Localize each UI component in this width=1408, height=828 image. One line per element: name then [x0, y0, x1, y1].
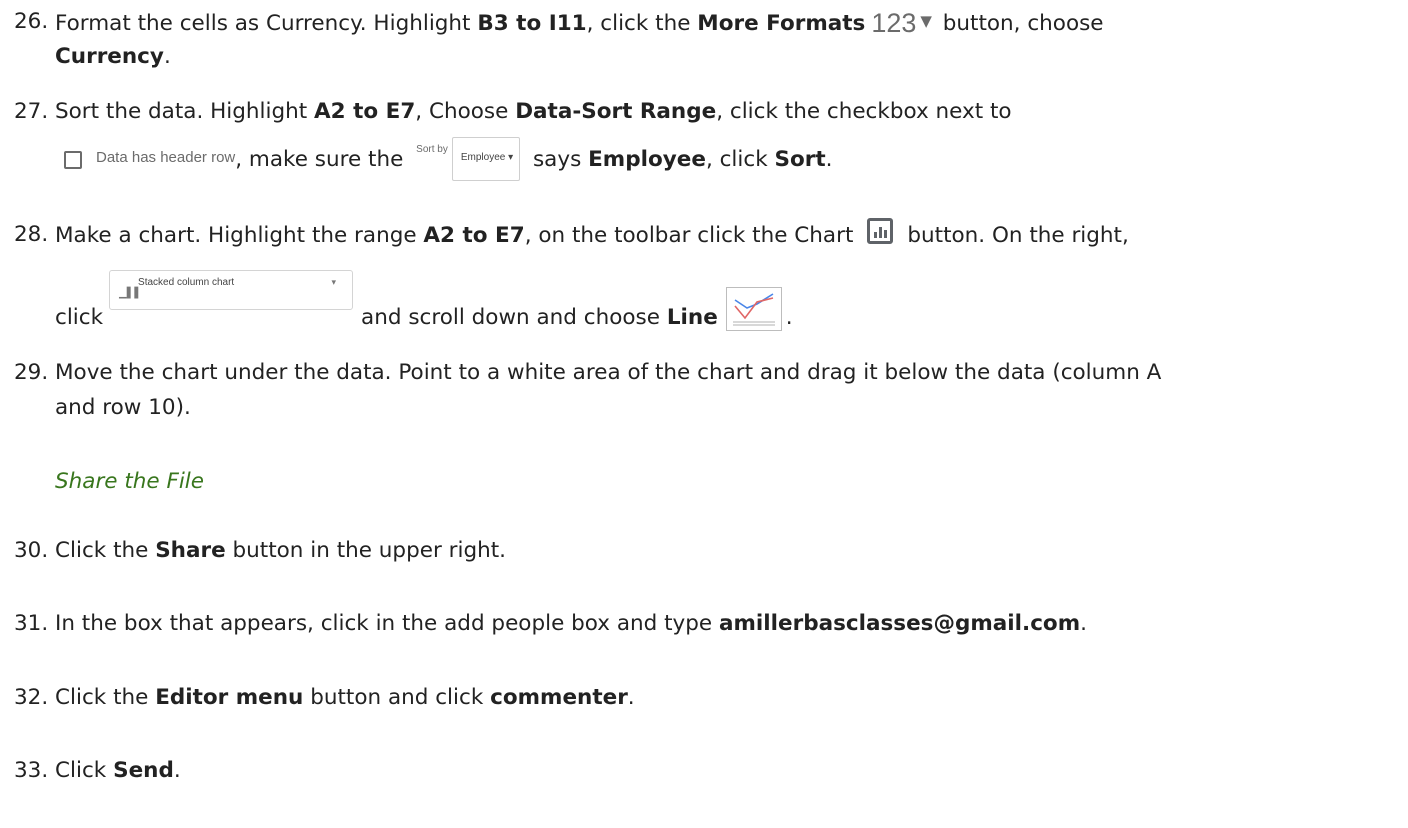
chart-bar-icon	[867, 218, 894, 244]
chart-type-select: ▁▌▌ Stacked column chart ▾	[109, 270, 354, 310]
step-number: 27.	[14, 99, 49, 124]
dropdown-triangle-icon: ▾	[508, 152, 514, 163]
instructions-document: 26. Format the cells as Currency. Highli…	[0, 0, 1408, 828]
employee-select: Employee ▾	[451, 137, 521, 181]
dropdown-triangle-icon: ▼	[920, 12, 932, 30]
checkbox-label: Data has header row	[96, 149, 236, 166]
dropdown-triangle-icon: ▾	[331, 278, 337, 288]
step-number: 30.	[14, 538, 49, 563]
step-number: 32.	[14, 685, 49, 710]
line-chart-icon	[725, 287, 782, 331]
step-number: 28.	[14, 222, 49, 247]
section-heading: Share the File	[55, 469, 205, 494]
sort-by-label: Sort by	[416, 144, 448, 155]
step-number: 29.	[14, 360, 49, 385]
step-number: 33.	[14, 758, 49, 783]
checkbox-icon	[64, 151, 82, 169]
step-number: 31.	[14, 611, 49, 636]
more-formats-icon: 123	[871, 8, 917, 38]
step-number: 26.	[14, 9, 49, 34]
